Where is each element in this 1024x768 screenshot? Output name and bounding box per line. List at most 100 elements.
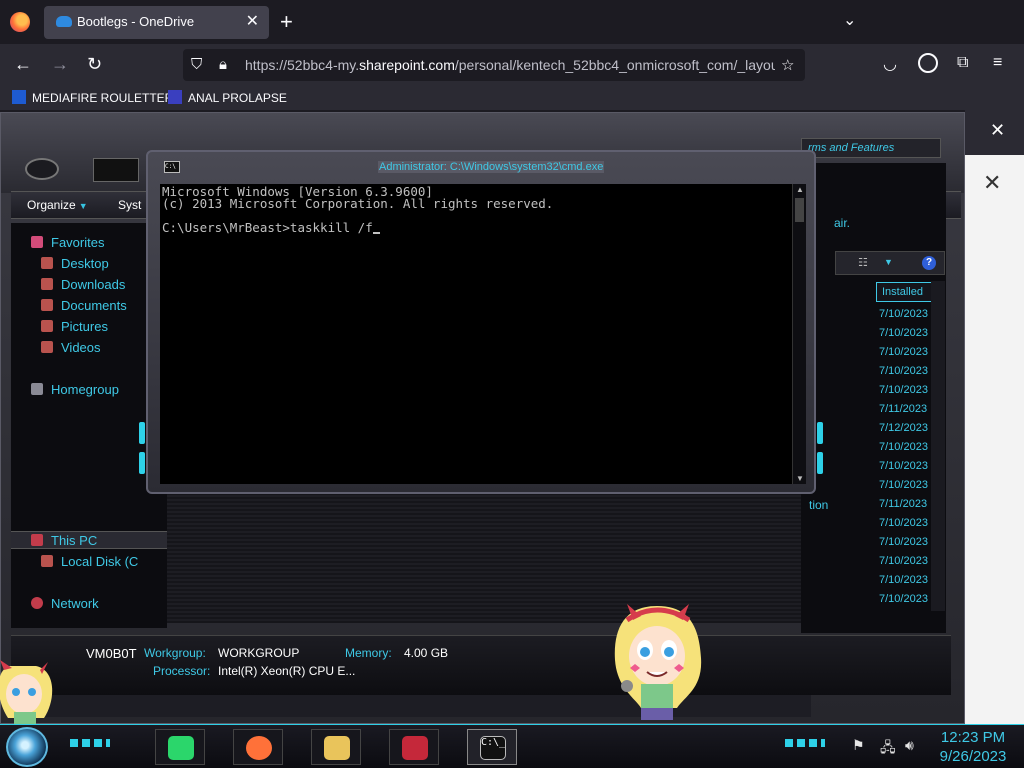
computer-name: VM0B0T bbox=[86, 646, 137, 661]
pocket-icon[interactable]: ◡ bbox=[883, 54, 897, 74]
bookmark-star-icon[interactable]: ☆ bbox=[781, 56, 794, 74]
tab-onedrive[interactable]: Bootlegs - OneDrive ✕ bbox=[44, 6, 269, 39]
forward-icon[interactable]: → bbox=[51, 53, 69, 75]
lock-icon[interactable]: 🔒︎ bbox=[219, 56, 227, 73]
scroll-up-icon[interactable]: ▲ bbox=[796, 185, 804, 194]
window-glow-decoration bbox=[817, 422, 823, 444]
clock-date: 9/26/2023 bbox=[939, 748, 1007, 765]
nav-documents[interactable]: Documents bbox=[41, 298, 127, 313]
repair-text: air. bbox=[834, 216, 851, 230]
nav-videos[interactable]: Videos bbox=[41, 340, 101, 355]
console-prompt[interactable]: C:\Users\MrBeast>taskkill /f bbox=[162, 220, 380, 235]
taskbar-decoration bbox=[785, 739, 825, 747]
account-icon[interactable] bbox=[918, 53, 938, 73]
back-button[interactable] bbox=[25, 158, 59, 180]
mediafire-icon bbox=[12, 90, 26, 104]
search-input[interactable]: rms and Features bbox=[801, 138, 941, 158]
installed-date[interactable]: 7/10/2023 bbox=[879, 365, 928, 377]
installed-date[interactable]: 7/10/2023 bbox=[879, 479, 928, 491]
star-butterfly-mascot-small[interactable] bbox=[0, 660, 60, 724]
workgroup-label: Workgroup: bbox=[144, 646, 206, 660]
red-system-icon bbox=[402, 736, 428, 760]
extensions-icon[interactable]: ⧉ bbox=[957, 54, 968, 72]
browser-nav-bar: ← → ↻ ⛉ 🔒︎ https://52bbc4-my.sharepoint.… bbox=[0, 44, 1024, 86]
start-button[interactable] bbox=[6, 727, 48, 767]
installed-date[interactable]: 7/10/2023 bbox=[879, 555, 928, 567]
dismiss-icon[interactable]: ✕ bbox=[983, 170, 1001, 196]
installed-date[interactable]: 7/10/2023 bbox=[879, 346, 928, 358]
scroll-thumb[interactable] bbox=[795, 198, 804, 222]
installed-date[interactable]: 7/10/2023 bbox=[879, 536, 928, 548]
taskbar-clock[interactable]: 12:23 PM 9/26/2023 bbox=[930, 728, 1016, 766]
reload-icon[interactable]: ↻ bbox=[87, 53, 102, 75]
url-text[interactable]: https://52bbc4-my.sharepoint.com/persona… bbox=[245, 57, 775, 73]
star-butterfly-mascot[interactable] bbox=[605, 598, 710, 724]
memory-value: 4.00 GB bbox=[404, 646, 449, 660]
url-bar[interactable]: ⛉ 🔒︎ https://52bbc4-my.sharepoint.com/pe… bbox=[183, 49, 805, 81]
cmd-window[interactable]: C:\ Administrator: C:\Windows\system32\c… bbox=[139, 150, 823, 494]
scrollbar[interactable] bbox=[931, 281, 945, 611]
nav-desktop[interactable]: Desktop bbox=[41, 256, 109, 271]
console-scrollbar[interactable]: ▲ ▼ bbox=[792, 184, 806, 484]
installed-date[interactable]: 7/10/2023 bbox=[879, 384, 928, 396]
web-page-area: ✕ ✕ bbox=[965, 110, 1024, 724]
installed-date[interactable]: 7/11/2023 bbox=[879, 403, 927, 415]
scroll-down-icon[interactable]: ▼ bbox=[796, 474, 804, 483]
action-center-icon[interactable]: ⚑ bbox=[852, 737, 865, 754]
programs-list: air. ☷ ▼ ? Installed 7/10/2023 7/10/2023 7… bbox=[801, 163, 946, 633]
installed-date[interactable]: 7/10/2023 bbox=[879, 460, 928, 472]
bookmark-icon bbox=[168, 90, 182, 104]
close-tab-icon[interactable]: ✕ bbox=[246, 11, 259, 31]
clock-time: 12:23 PM bbox=[940, 729, 1006, 746]
organize-button[interactable]: Organize ▼ bbox=[27, 198, 88, 212]
view-options-icon[interactable]: ☷ bbox=[858, 256, 868, 269]
app-menu-icon[interactable]: ≡ bbox=[993, 54, 1002, 72]
new-tab-button[interactable]: + bbox=[280, 8, 293, 36]
tab-title: Bootlegs - OneDrive bbox=[77, 14, 195, 29]
back-icon[interactable]: ← bbox=[14, 53, 32, 75]
window-glow-decoration bbox=[139, 422, 145, 444]
installed-date[interactable]: 7/12/2023 bbox=[879, 422, 928, 434]
view-dropdown-icon[interactable]: ▼ bbox=[884, 257, 893, 267]
installed-date[interactable]: 7/10/2023 bbox=[879, 517, 928, 529]
cmd-icon[interactable]: C:\ bbox=[164, 161, 180, 173]
taskbar-decoration bbox=[70, 739, 110, 747]
nav-this-pc[interactable]: This PC bbox=[31, 533, 97, 548]
taskbar-button-file-explorer[interactable] bbox=[311, 729, 361, 765]
system-properties-button[interactable]: Syst bbox=[118, 198, 148, 212]
nav-pictures[interactable]: Pictures bbox=[41, 319, 108, 334]
folder-icon bbox=[324, 736, 350, 760]
list-all-tabs-icon[interactable]: ⌄ bbox=[843, 10, 856, 30]
bookmark-second[interactable]: ANAL PROLAPSE bbox=[168, 90, 287, 105]
installed-date[interactable]: 7/10/2023 bbox=[879, 441, 928, 453]
tracking-protection-icon[interactable]: ⛉ bbox=[191, 56, 202, 73]
bookmark-mediafire[interactable]: MEDIAFIRE ROULETTER bbox=[12, 90, 173, 105]
firefox-menu-icon[interactable] bbox=[10, 12, 30, 32]
nav-local-disk[interactable]: Local Disk (C bbox=[41, 554, 138, 569]
taskbar-button-control-panel[interactable] bbox=[389, 729, 439, 765]
installed-column-header[interactable]: Installed bbox=[876, 282, 938, 302]
volume-icon[interactable]: 🔊︎ bbox=[905, 737, 914, 754]
view-toolbar: ☷ ▼ ? bbox=[835, 251, 945, 275]
installed-date[interactable]: 7/10/2023 bbox=[879, 593, 928, 605]
nav-network[interactable]: Network bbox=[31, 596, 99, 611]
network-tray-icon[interactable]: 🖧︎ bbox=[880, 737, 896, 761]
desktop-icon bbox=[41, 257, 53, 269]
installed-date[interactable]: 7/10/2023 bbox=[879, 574, 928, 586]
installed-date[interactable]: 7/10/2023 bbox=[879, 308, 928, 320]
homegroup-icon bbox=[31, 383, 43, 395]
console-output[interactable]: Microsoft Windows [Version 6.3.9600] (c)… bbox=[160, 184, 806, 484]
nav-homegroup[interactable]: Homegroup bbox=[31, 382, 119, 397]
address-icon[interactable] bbox=[93, 158, 139, 182]
cmd-title: Administrator: C:\Windows\system32\cmd.e… bbox=[378, 161, 605, 173]
taskbar-button-firefox[interactable] bbox=[233, 729, 283, 765]
taskbar-button-command-prompt[interactable]: C:\_ bbox=[467, 729, 517, 765]
help-icon[interactable]: ? bbox=[922, 256, 936, 270]
nav-favorites[interactable]: Favorites bbox=[31, 235, 104, 250]
installed-date[interactable]: 7/11/2023 bbox=[879, 498, 927, 510]
description-fragment: tion bbox=[809, 498, 829, 512]
installed-date[interactable]: 7/10/2023 bbox=[879, 327, 928, 339]
close-icon[interactable]: ✕ bbox=[990, 120, 1005, 141]
taskbar-button-notes-app[interactable] bbox=[155, 729, 205, 765]
nav-downloads[interactable]: Downloads bbox=[41, 277, 125, 292]
